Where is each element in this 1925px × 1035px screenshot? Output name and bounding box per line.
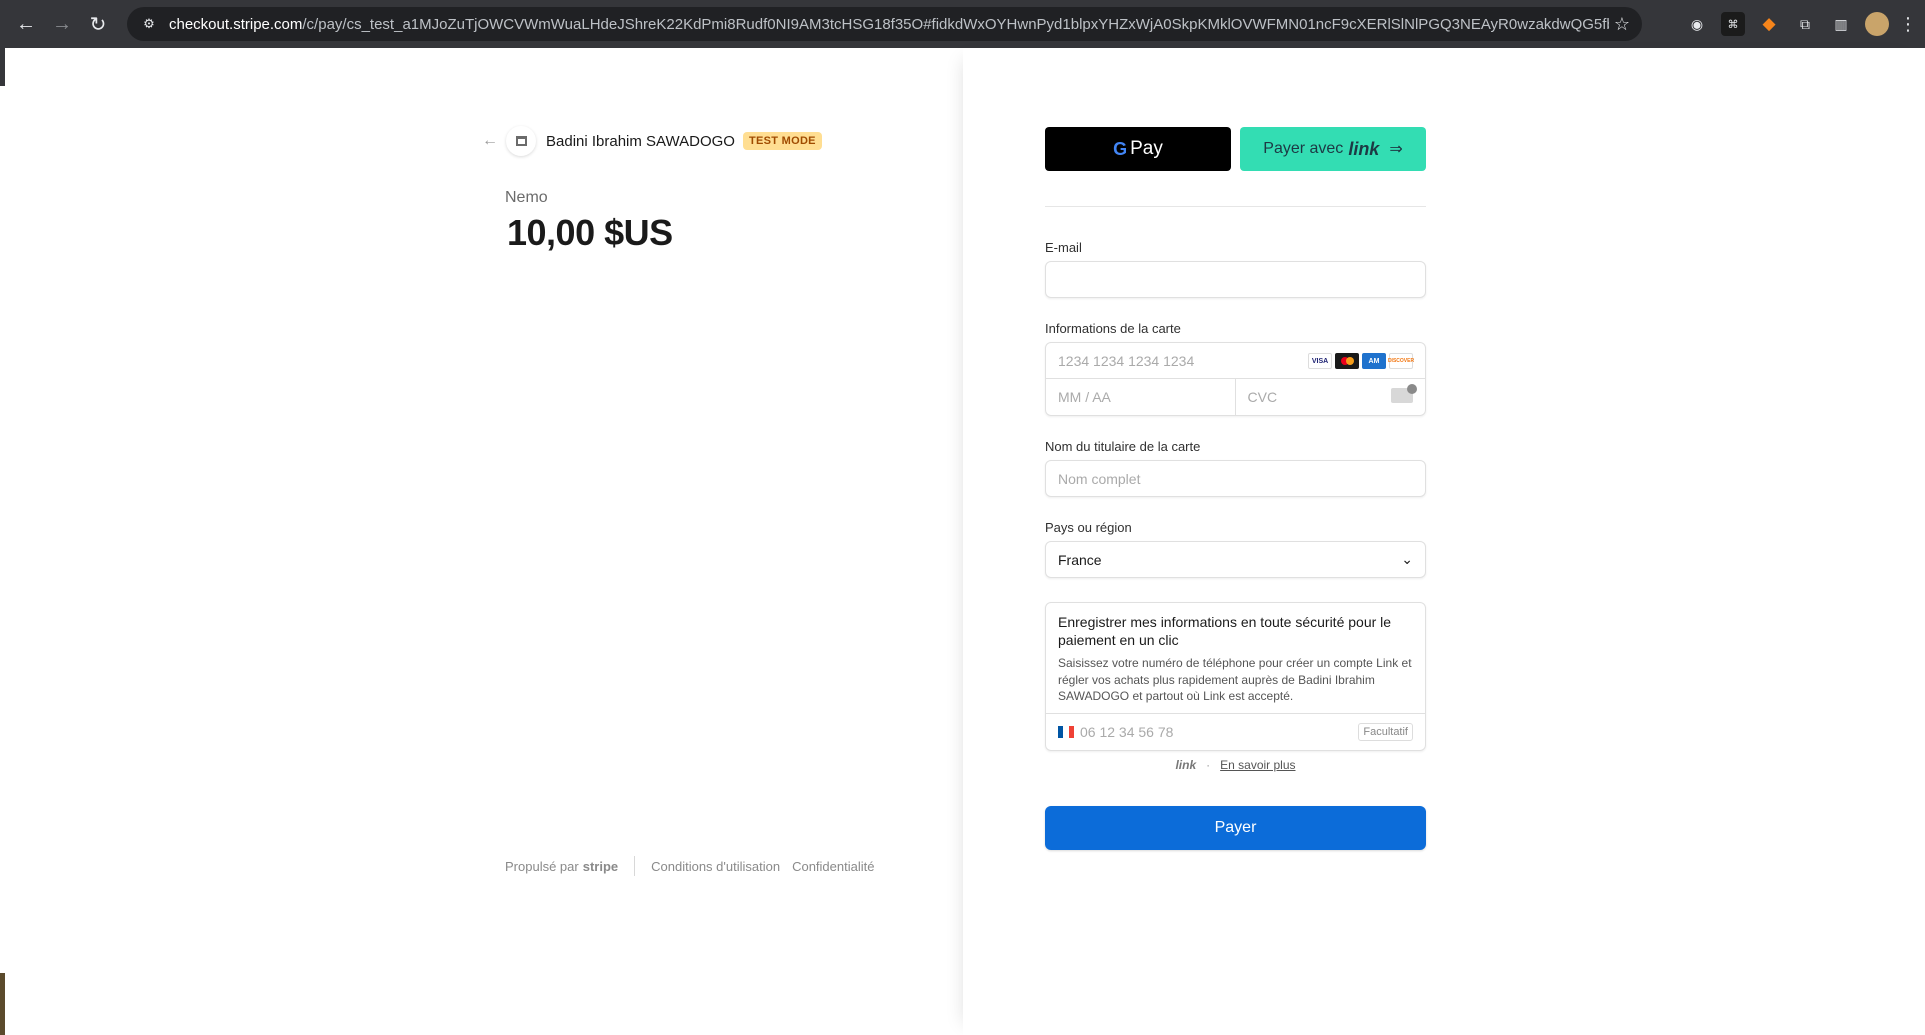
terms-link[interactable]: Conditions d'utilisation: [651, 859, 780, 874]
checkout-footer: Propulsé par stripe Conditions d'utilisa…: [505, 856, 886, 876]
browser-menu-icon[interactable]: ⋮: [1899, 12, 1917, 36]
phone-field[interactable]: 06 12 34 56 78 Facultatif: [1046, 712, 1425, 750]
discover-icon: DISCOVER: [1388, 353, 1414, 369]
window-edge: [0, 48, 5, 86]
google-g-icon: G: [1113, 138, 1128, 159]
link-save-info-box: Enregistrer mes informations en toute sé…: [1045, 602, 1426, 751]
back-nav-icon[interactable]: ←: [8, 6, 44, 42]
phone-placeholder: 06 12 34 56 78: [1080, 723, 1174, 740]
country-label: Pays ou région: [1045, 520, 1132, 535]
link-pay-label: Payer avec: [1263, 140, 1344, 157]
learn-more-link[interactable]: En savoir plus: [1220, 758, 1295, 772]
powered-by-text: Propulsé par: [505, 858, 579, 874]
cvc-field[interactable]: CVC: [1236, 379, 1426, 415]
link-logo: link: [1175, 757, 1197, 772]
cardholder-name-field[interactable]: Nom complet: [1045, 460, 1426, 497]
url-text[interactable]: checkout.stripe.com/c/pay/cs_test_a1MJoZ…: [169, 16, 1609, 33]
cardholder-label: Nom du titulaire de la carte: [1045, 439, 1201, 454]
card-brands: VISA AM DISCOVER: [1308, 353, 1414, 369]
merchant-header: ← Badini Ibrahim SAWADOGO TEST MODE: [482, 126, 822, 156]
browser-toolbar: ← → ↻ ⚙ checkout.stripe.com/c/pay/cs_tes…: [0, 0, 1925, 48]
extensions-bar: ◉ ⌘ ◆ ⧉ ▥ ⋮: [1685, 8, 1917, 40]
extensions-puzzle-icon[interactable]: ⧉: [1793, 12, 1817, 36]
reload-icon[interactable]: ↻: [80, 6, 116, 42]
email-label: E-mail: [1045, 240, 1082, 255]
chevron-down-icon: ⌄: [1401, 551, 1413, 567]
card-info-label: Informations de la carte: [1045, 321, 1181, 336]
link-save-title: Enregistrer mes informations en toute sé…: [1058, 614, 1392, 648]
link-save-description: Saisissez votre numéro de téléphone pour…: [1058, 656, 1412, 703]
payment-form: G Pay Payer avec link ⇒ E-mail Informati…: [1045, 127, 1426, 850]
mastercard-icon: [1335, 353, 1359, 369]
test-mode-badge: TEST MODE: [742, 132, 822, 150]
link-pay-button[interactable]: Payer avec link ⇒: [1240, 127, 1426, 171]
visa-icon: VISA: [1308, 353, 1332, 369]
link-legal-row: link · En savoir plus: [1045, 758, 1426, 772]
bookmark-star-icon[interactable]: ☆: [1614, 14, 1630, 35]
gpay-label: Pay: [1130, 138, 1163, 159]
link-save-info-body: Enregistrer mes informations en toute sé…: [1046, 603, 1425, 713]
checkout-page: ← Badini Ibrahim SAWADOGO TEST MODE Nemo…: [0, 48, 1925, 1035]
url-path: /c/pay/cs_test_a1MJoZuTjOWCVWmWuaLHdeJSh…: [302, 15, 1609, 33]
merchant-name[interactable]: Badini Ibrahim SAWADOGO: [546, 133, 735, 150]
url-host: checkout.stripe.com: [169, 15, 303, 33]
arrow-right-icon: ⇒: [1389, 141, 1403, 158]
product-price: 10,00 $US: [507, 212, 673, 253]
cvc-placeholder: CVC: [1247, 389, 1278, 405]
amex-icon: AM: [1362, 353, 1386, 369]
store-icon: [506, 126, 536, 156]
express-checkout: G Pay Payer avec link ⇒: [1045, 127, 1426, 171]
cardholder-placeholder: Nom complet: [1058, 470, 1141, 487]
france-flag-icon: [1058, 725, 1074, 738]
cvc-card-icon: [1391, 384, 1417, 403]
forward-nav-icon[interactable]: →: [44, 6, 80, 42]
expiry-placeholder: MM / AA: [1058, 389, 1111, 405]
separator-dot: ·: [1206, 757, 1211, 772]
site-settings-icon[interactable]: ⚙: [141, 16, 157, 32]
country-select[interactable]: France ⌄: [1045, 541, 1426, 578]
stripe-logo[interactable]: stripe: [583, 859, 618, 874]
product-name: Nemo: [505, 189, 548, 206]
footer-divider: [634, 856, 636, 876]
country-value: France: [1058, 551, 1102, 568]
card-info-group: 1234 1234 1234 1234 VISA AM DISCOVER MM …: [1045, 342, 1426, 416]
link-brand: link: [1348, 138, 1380, 159]
email-field[interactable]: [1045, 261, 1426, 298]
google-pay-button[interactable]: G Pay: [1045, 127, 1231, 171]
metamask-fox-icon[interactable]: ◆: [1757, 12, 1781, 36]
wallet-divider: [1045, 206, 1426, 207]
card-number-field[interactable]: 1234 1234 1234 1234 VISA AM DISCOVER: [1046, 343, 1425, 379]
desktop-edge: [0, 973, 5, 1035]
profile-avatar[interactable]: [1865, 12, 1889, 36]
extension-command-icon[interactable]: ⌘: [1721, 12, 1745, 36]
optional-badge: Facultatif: [1358, 722, 1413, 741]
card-expiry-cvc-row: MM / AA CVC: [1046, 379, 1425, 415]
address-bar[interactable]: ⚙ checkout.stripe.com/c/pay/cs_test_a1MJ…: [127, 7, 1642, 41]
card-number-placeholder: 1234 1234 1234 1234: [1058, 352, 1195, 369]
back-arrow-icon[interactable]: ←: [482, 132, 502, 150]
extension-target-icon[interactable]: ◉: [1685, 12, 1709, 36]
expiry-field[interactable]: MM / AA: [1046, 379, 1236, 415]
privacy-link[interactable]: Confidentialité: [792, 859, 874, 874]
pay-button[interactable]: Payer: [1045, 805, 1426, 850]
side-panel-icon[interactable]: ▥: [1829, 12, 1853, 36]
